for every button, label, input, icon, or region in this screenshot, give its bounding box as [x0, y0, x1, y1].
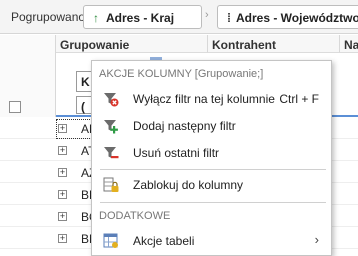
- column-header-contractor[interactable]: Kontrahent: [208, 35, 340, 53]
- expand-icon[interactable]: +: [58, 124, 67, 133]
- menu-item-add-filter[interactable]: Dodaj następny filtr: [93, 114, 331, 138]
- menu-item-table-actions[interactable]: Akcje tabeli ›: [93, 229, 331, 253]
- sort-ascending-icon: ↑: [93, 11, 99, 25]
- menu-item-label: Usuń ostatni filtr: [133, 146, 220, 160]
- menu-divider: [100, 202, 326, 203]
- grouping-label: Pogrupowano:: [11, 10, 89, 24]
- column-header-group[interactable]: Grupowanie: [56, 35, 208, 53]
- chevron-right-icon: ›: [205, 9, 209, 21]
- menu-item-label: Akcje tabeli: [133, 234, 195, 248]
- expand-icon[interactable]: +: [58, 190, 67, 199]
- menu-item-label: Dodaj następny filtr: [133, 119, 236, 133]
- filter-remove-icon: [104, 147, 119, 159]
- table-actions-icon: [103, 233, 118, 248]
- menu-item-remove-filter[interactable]: Usuń ostatni filtr: [93, 141, 331, 165]
- group-chip-label: Adres - Województwo: [236, 11, 358, 25]
- expand-icon[interactable]: +: [58, 212, 67, 221]
- expand-icon[interactable]: +: [58, 146, 67, 155]
- column-header-name[interactable]: Nazwa: [340, 35, 358, 53]
- menu-section-title: AKCJE KOLUMNY [Grupowanie;]: [99, 68, 264, 80]
- menu-item-label: Wyłącz filtr na tej kolumnie: [133, 92, 275, 106]
- menu-item-lock-column[interactable]: Zablokuj do kolumny: [93, 173, 331, 197]
- expand-icon[interactable]: +: [58, 234, 67, 243]
- group-chip-province[interactable]: ⁞ Adres - Województwo: [217, 5, 358, 29]
- filter-add-icon: [104, 120, 118, 134]
- menu-item-shortcut: Ctrl + F: [279, 92, 319, 106]
- group-chip-country[interactable]: ↑ Adres - Kraj: [83, 5, 202, 29]
- select-all-checkbox[interactable]: [9, 101, 21, 113]
- menu-item-disable-filter[interactable]: Wyłącz filtr na tej kolumnie Ctrl + F: [93, 87, 331, 111]
- expand-icon[interactable]: +: [58, 168, 67, 177]
- grouping-bar: Pogrupowano: ↑ Adres - Kraj › ⁞ Adres - …: [0, 0, 358, 34]
- chevron-right-icon: ›: [314, 232, 319, 247]
- menu-divider: [100, 169, 326, 170]
- column-context-menu: AKCJE KOLUMNY [Grupowanie;] Wyłącz filtr…: [91, 60, 332, 256]
- group-chip-label: Adres - Kraj: [106, 11, 175, 25]
- lock-column-icon: [103, 177, 119, 192]
- menu-section-title: DODATKOWE: [99, 210, 171, 222]
- menu-item-label: Zablokuj do kolumny: [133, 178, 244, 192]
- filter-off-icon: [104, 93, 119, 107]
- drag-handle-icon: ⁞: [227, 11, 231, 25]
